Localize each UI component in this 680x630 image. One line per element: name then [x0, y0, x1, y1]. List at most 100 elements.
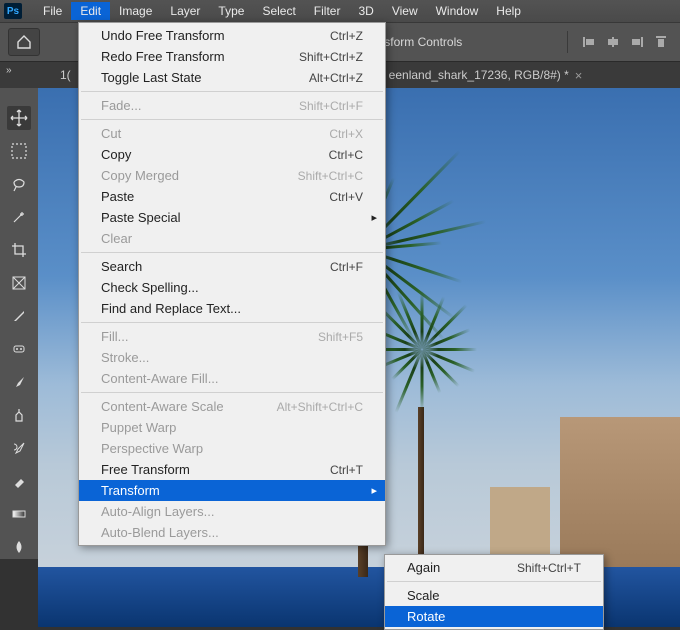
menuitem-label: Auto-Align Layers...: [101, 504, 214, 519]
menuitem-copy-merged: Copy MergedShift+Ctrl+C: [79, 165, 385, 186]
menuitem-perspective-warp: Perspective Warp: [79, 438, 385, 459]
menuitem-label: Check Spelling...: [101, 280, 199, 295]
home-button[interactable]: [8, 28, 40, 56]
eyedropper-tool[interactable]: [7, 304, 31, 328]
app-logo: Ps: [4, 3, 22, 19]
menuitem-check-spelling[interactable]: Check Spelling...: [79, 277, 385, 298]
menuitem-label: Stroke...: [101, 350, 149, 365]
menuitem-content-aware-fill: Content-Aware Fill...: [79, 368, 385, 389]
eraser-tool[interactable]: [7, 469, 31, 493]
menu-select[interactable]: Select: [253, 2, 304, 20]
menu-separator: [81, 252, 383, 253]
menu-separator: [81, 392, 383, 393]
menuitem-shortcut: Shift+Ctrl+C: [298, 169, 363, 183]
menuitem-cut: CutCtrl+X: [79, 123, 385, 144]
menuitem-label: Auto-Blend Layers...: [101, 525, 219, 540]
menu-type[interactable]: Type: [209, 2, 253, 20]
menuitem-search[interactable]: Search Ctrl+F: [79, 256, 385, 277]
menuitem-shortcut: Ctrl+F: [330, 260, 363, 274]
menuitem-copy[interactable]: Copy Ctrl+C: [79, 144, 385, 165]
menu-separator: [387, 581, 601, 582]
frame-tool[interactable]: [7, 271, 31, 295]
menuitem-label: Redo Free Transform: [101, 49, 225, 64]
blur-tool[interactable]: [7, 535, 31, 559]
marquee-tool[interactable]: [7, 139, 31, 163]
submenuitem-label: Rotate: [407, 609, 445, 624]
menuitem-paste[interactable]: PasteCtrl+V: [79, 186, 385, 207]
menuitem-label: Undo Free Transform: [101, 28, 225, 43]
menuitem-shortcut: Shift+Ctrl+Z: [299, 50, 363, 64]
menuitem-shortcut: Ctrl+Z: [330, 29, 363, 43]
submenuitem-scale[interactable]: Scale: [385, 585, 603, 606]
menu-edit[interactable]: Edit: [71, 2, 110, 20]
menuitem-auto-blend-layers: Auto-Blend Layers...: [79, 522, 385, 543]
align-left-button[interactable]: [578, 31, 600, 53]
menuitem-shortcut: Ctrl+T: [330, 463, 363, 477]
menuitem-shortcut: Ctrl+C: [329, 148, 363, 162]
home-icon: [16, 34, 32, 50]
menuitem-shortcut: Alt+Shift+Ctrl+C: [277, 400, 363, 414]
menuitem-label: Transform: [101, 483, 160, 498]
menuitem-shortcut: Alt+Ctrl+Z: [309, 71, 363, 85]
crop-tool[interactable]: [7, 238, 31, 262]
menuitem-label: Paste Special: [101, 210, 181, 225]
submenuitem-label: Scale: [407, 588, 440, 603]
menuitem-puppet-warp: Puppet Warp: [79, 417, 385, 438]
menuitem-transform[interactable]: Transform: [79, 480, 385, 501]
wand-tool[interactable]: [7, 205, 31, 229]
align-center-h-button[interactable]: [602, 31, 624, 53]
menuitem-label: Content-Aware Scale: [101, 399, 224, 414]
menu-separator: [81, 91, 383, 92]
menuitem-label: Search: [101, 259, 142, 274]
spot-heal-tool[interactable]: [7, 337, 31, 361]
menuitem-free-transform[interactable]: Free TransformCtrl+T: [79, 459, 385, 480]
menuitem-label: Find and Replace Text...: [101, 301, 241, 316]
menu-filter[interactable]: Filter: [305, 2, 350, 20]
menu-separator: [81, 322, 383, 323]
panel-expand-icon[interactable]: »: [6, 65, 12, 76]
menuitem-label: Fade...: [101, 98, 141, 113]
move-tool[interactable]: [7, 106, 31, 130]
menuitem-label: Fill...: [101, 329, 128, 344]
menuitem-shortcut: Ctrl+X: [329, 127, 363, 141]
tab-prefix: 1(: [60, 68, 71, 82]
menu-image[interactable]: Image: [110, 2, 161, 20]
menuitem-label: Perspective Warp: [101, 441, 203, 456]
menuitem-paste-special[interactable]: Paste Special: [79, 207, 385, 228]
submenuitem-rotate[interactable]: Rotate: [385, 606, 603, 627]
menuitem-stroke: Stroke...: [79, 347, 385, 368]
menu-window[interactable]: Window: [427, 2, 488, 20]
history-brush-tool[interactable]: [7, 436, 31, 460]
submenuitem-label: Again: [407, 560, 440, 575]
menuitem-toggle-last-state[interactable]: Toggle Last State Alt+Ctrl+Z: [79, 67, 385, 88]
menuitem-redo-free-transform[interactable]: Redo Free Transform Shift+Ctrl+Z: [79, 46, 385, 67]
align-buttons: [567, 31, 672, 53]
menuitem-shortcut: Shift+Ctrl+F: [299, 99, 363, 113]
menu-help[interactable]: Help: [487, 2, 530, 20]
submenuitem-again[interactable]: AgainShift+Ctrl+T: [385, 557, 603, 578]
document-tab[interactable]: eenland_shark_17236, RGB/8#) * ×: [381, 64, 591, 87]
menu-3d[interactable]: 3D: [349, 2, 382, 20]
menu-separator: [81, 119, 383, 120]
menuitem-auto-align-layers: Auto-Align Layers...: [79, 501, 385, 522]
gradient-tool[interactable]: [7, 502, 31, 526]
menuitem-find-and-replace-text[interactable]: Find and Replace Text...: [79, 298, 385, 319]
edit-menu-dropdown: Undo Free Transform Ctrl+Z Redo Free Trans…: [78, 22, 386, 546]
menuitem-undo-free-transform[interactable]: Undo Free Transform Ctrl+Z: [79, 25, 385, 46]
close-tab-icon[interactable]: ×: [575, 68, 583, 83]
align-top-button[interactable]: [650, 31, 672, 53]
menuitem-fade: Fade... Shift+Ctrl+F: [79, 95, 385, 116]
menuitem-label: Content-Aware Fill...: [101, 371, 219, 386]
brush-tool[interactable]: [7, 370, 31, 394]
menubar: Ps FileEditImageLayerTypeSelectFilter3DV…: [0, 0, 680, 22]
menuitem-label: Copy: [101, 147, 131, 162]
menuitem-label: Toggle Last State: [101, 70, 201, 85]
menuitem-label: Clear: [101, 231, 132, 246]
menu-view[interactable]: View: [383, 2, 427, 20]
menu-layer[interactable]: Layer: [161, 2, 209, 20]
menuitem-label: Puppet Warp: [101, 420, 176, 435]
menu-file[interactable]: File: [34, 2, 71, 20]
lasso-tool[interactable]: [7, 172, 31, 196]
align-right-button[interactable]: [626, 31, 648, 53]
clone-tool[interactable]: [7, 403, 31, 427]
